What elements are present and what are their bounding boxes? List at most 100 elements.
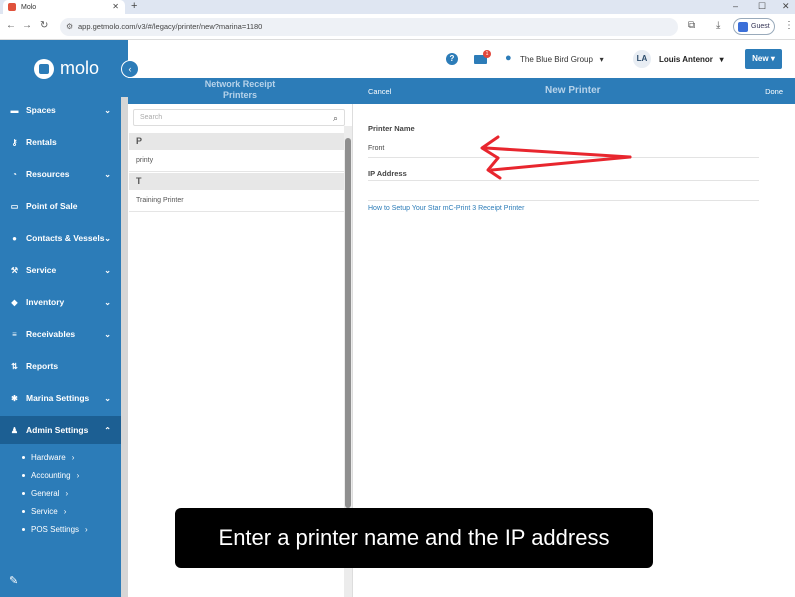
chevron-down-icon: ⌄	[104, 233, 111, 243]
chevron-right-icon: ›	[71, 453, 75, 462]
sidebar-scrollbar[interactable]	[121, 97, 128, 597]
bullet-icon	[22, 492, 25, 495]
user-name: Louis Antenor	[659, 55, 713, 64]
done-button[interactable]: Done	[765, 87, 783, 96]
sidebar-item-label: Contacts & Vessels	[26, 233, 105, 243]
screen: Molo ✕ + – ☐ ✕ ← → ↻ ⚙ app.getmolo.com/v…	[0, 0, 795, 597]
search-input[interactable]: Search	[133, 109, 345, 126]
sidebar-subitem-accounting[interactable]: Accounting ›	[22, 471, 79, 480]
sidebar-item-label: Resources	[26, 169, 70, 179]
setup-help-link[interactable]: How to Setup Your Star mC-Print 3 Receip…	[368, 205, 524, 212]
sidebar-item-spaces[interactable]: ▬ Spaces ⌄	[0, 96, 121, 124]
cancel-button[interactable]: Cancel	[368, 87, 391, 96]
list-group-header: T	[129, 173, 344, 190]
help-icon[interactable]: ?	[446, 53, 458, 65]
sidebar-item-label: Service	[26, 265, 57, 275]
guest-label: Guest	[751, 23, 770, 30]
back-icon[interactable]: ←	[6, 20, 16, 31]
molo-favicon-icon	[8, 3, 16, 11]
sidebar-subitem-label: Service	[31, 507, 58, 516]
sidebar-item-admin-settings[interactable]: ♟ Admin Settings ⌃	[0, 416, 121, 444]
sidebar-item-inventory[interactable]: ◆ Inventory ⌄	[0, 288, 121, 316]
sidebar-subitem-general[interactable]: General ›	[22, 489, 68, 498]
bullet-icon	[22, 456, 25, 459]
group-selector[interactable]: The Blue Bird Group ▾	[520, 55, 604, 64]
forward-icon[interactable]: →	[22, 20, 32, 31]
list-icon: ≡	[12, 329, 17, 339]
new-button[interactable]: New ▾	[745, 49, 782, 69]
sidebar-item-contacts-vessels[interactable]: ● Contacts & Vessels ⌄	[0, 224, 121, 252]
sidebar-subitem-service[interactable]: Service ›	[22, 507, 66, 516]
location-pin-icon: ●	[505, 52, 512, 64]
red-arrow-annotation	[480, 135, 632, 180]
chevron-right-icon: ›	[65, 489, 69, 498]
install-app-icon[interactable]: ⧉	[688, 20, 695, 31]
ip-address-label: IP Address	[368, 169, 407, 178]
sidebar-item-rentals[interactable]: ⚷ Rentals	[0, 128, 121, 156]
sub-header: Network Receipt Printers Cancel New Prin…	[128, 78, 795, 104]
list-group-header: P	[129, 133, 344, 150]
search-icon[interactable]: ⌕	[333, 113, 338, 124]
browser-menu-icon[interactable]: ⋮	[784, 20, 794, 31]
browser-tab-bar: Molo ✕ + – ☐ ✕	[0, 0, 795, 14]
download-icon[interactable]: ⤓	[716, 20, 720, 31]
list-scrollbar-thumb[interactable]	[345, 138, 351, 508]
bullet-icon	[22, 474, 25, 477]
caption-overlay: Enter a printer name and the IP address	[175, 508, 653, 568]
sidebar-item-label: Spaces	[26, 105, 56, 115]
sidebar-item-label: Admin Settings	[26, 425, 89, 435]
bullet-icon	[22, 510, 25, 513]
list-item[interactable]: printy	[129, 150, 344, 172]
chevron-down-icon: ▾	[715, 55, 724, 64]
page-title: New Printer	[545, 85, 601, 96]
user-menu[interactable]: Louis Antenor ▾	[659, 55, 724, 64]
printer-name-label: Printer Name	[368, 124, 415, 133]
sidebar-item-label: Receivables	[26, 329, 76, 339]
dashboard-icon: ◔	[12, 169, 17, 179]
bed-icon: ▬	[10, 105, 19, 115]
group-name: The Blue Bird Group	[520, 55, 593, 64]
sidebar-item-marina-settings[interactable]: ✱ Marina Settings ⌄	[0, 384, 121, 412]
molo-logo[interactable]: molo	[34, 58, 99, 79]
ip-address-bottom-line	[368, 200, 759, 201]
users-icon: ♟	[10, 425, 19, 435]
close-window-icon[interactable]: ✕	[782, 0, 790, 12]
list-item[interactable]: Training Printer	[129, 190, 344, 212]
chevron-down-icon: ▾	[595, 55, 604, 64]
bullet-icon	[22, 528, 25, 531]
sidebar-item-point-of-sale[interactable]: ▭ Point of Sale	[0, 192, 121, 220]
molo-logo-icon	[34, 58, 54, 79]
sort-icon: ⇅	[11, 361, 18, 371]
new-tab-icon[interactable]: +	[131, 0, 137, 12]
arrow-shaft-lower	[490, 155, 632, 172]
url-field[interactable]: ⚙ app.getmolo.com/v3/#/legacy/printer/ne…	[60, 18, 678, 36]
sidebar-item-label: Marina Settings	[26, 393, 90, 403]
close-tab-icon[interactable]: ✕	[112, 2, 119, 11]
sidebar-subitem-pos-settings[interactable]: POS Settings ›	[22, 525, 88, 534]
sidebar-subitem-hardware[interactable]: Hardware ›	[22, 453, 74, 462]
app-header: ? 1 ● The Blue Bird Group ▾ LA Louis Ant…	[128, 40, 795, 78]
sidebar-subitem-label: Hardware	[31, 453, 66, 462]
brand-name: molo	[60, 58, 100, 78]
guest-profile-button[interactable]: Guest	[733, 18, 775, 35]
person-icon: ●	[12, 233, 17, 243]
edit-icon[interactable]: ✎	[9, 574, 18, 587]
sidebar-item-receivables[interactable]: ≡ Receivables ⌄	[0, 320, 121, 348]
arrow-shaft	[484, 146, 632, 159]
sidebar-item-label: Point of Sale	[26, 201, 78, 211]
sidebar-item-reports[interactable]: ⇅ Reports	[0, 352, 121, 380]
sidebar-item-resources[interactable]: ◔ Resources ⌄	[0, 160, 121, 188]
url-text: app.getmolo.com/v3/#/legacy/printer/new?…	[78, 22, 263, 31]
collapse-sidebar-button[interactable]: ‹	[121, 60, 139, 78]
maximize-icon[interactable]: ☐	[758, 0, 766, 12]
site-info-icon[interactable]: ⚙	[66, 18, 73, 36]
minimize-icon[interactable]: –	[733, 0, 738, 12]
reload-icon[interactable]: ↻	[40, 20, 48, 31]
avatar[interactable]: LA	[633, 50, 651, 68]
wrench-icon: ⚒	[10, 265, 19, 275]
chevron-right-icon: ›	[85, 525, 88, 534]
chevron-down-icon: ⌄	[104, 329, 111, 339]
sidebar-item-service[interactable]: ⚒ Service ⌄	[0, 256, 121, 284]
browser-tab[interactable]: Molo ✕	[3, 0, 125, 14]
chevron-down-icon: ⌄	[104, 105, 111, 115]
